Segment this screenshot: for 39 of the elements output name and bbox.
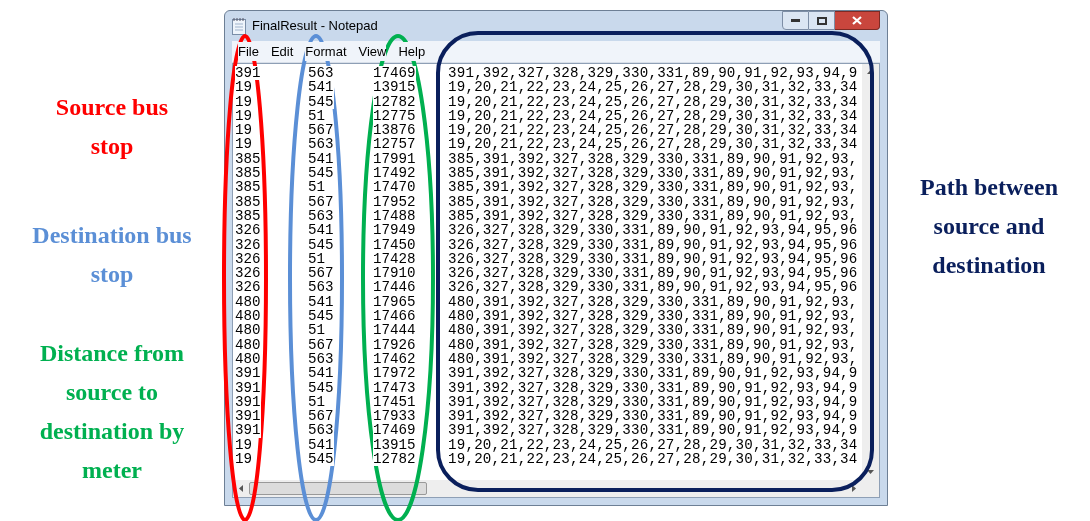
maximize-button[interactable] (809, 11, 835, 30)
text-line-field: 391,392,327,328,329,330,331,89,90,91,92,93,94,9 (448, 66, 858, 81)
text-line-field: 391,392,327,328,329,330,331,89,90,91,92,93,94,9 (448, 409, 858, 424)
text-line-field: 326,327,328,329,330,331,89,90,91,92,93,94,95,96 (448, 223, 858, 238)
text-line-field: 19,20,21,22,23,24,25,26,27,28,29,30,31,32,33,34 (448, 123, 858, 138)
text-line-field: 19,20,21,22,23,24,25,26,27,28,29,30,31,32,33,34 (448, 137, 858, 152)
annotation-label: Path between source and destination (919, 173, 1059, 280)
text-line-field: 563 (308, 423, 334, 438)
window-title: FinalResult - Notepad (252, 17, 378, 36)
minimize-icon (791, 19, 800, 22)
text-line-field: 391,392,327,328,329,330,331,89,90,91,92,93,94,9 (448, 366, 858, 381)
text-line-field: 17469 (373, 66, 416, 81)
text-line-field: 326,327,328,329,330,331,89,90,91,92,93,94,95,96 (448, 280, 858, 295)
text-line-field: 19,20,21,22,23,24,25,26,27,28,29,30,31,32,33,34 (448, 80, 858, 95)
close-button[interactable] (835, 11, 880, 30)
text-line-field: 545 (308, 452, 334, 467)
text-line-field: 567 (308, 194, 334, 209)
text-line-field: 391 (235, 66, 261, 81)
text-line-field: 567 (308, 337, 334, 352)
text-line-field: 391,392,327,328,329,330,331,89,90,91,92,93,94,9 (448, 423, 858, 438)
annotation-label: Source bus stop (54, 93, 170, 161)
menu-item[interactable]: File (238, 41, 259, 62)
text-line-field: 13915 (373, 80, 416, 95)
text-line-field: 391 (235, 409, 261, 424)
text-line-field: 563 (308, 66, 334, 81)
text-line-field: 17469 (373, 423, 416, 438)
menu-item[interactable]: Help (398, 41, 426, 62)
annotation-label: Distance from source to destination by meter (38, 339, 186, 485)
text-line-field: 391 (235, 423, 261, 438)
notepad-icon (232, 17, 246, 35)
text-line-field: 541 (308, 80, 334, 95)
annotation-label: Destination bus stop (32, 221, 192, 289)
maximize-icon (816, 16, 827, 25)
menu-item[interactable]: Format (305, 41, 347, 62)
close-icon (852, 16, 862, 25)
text-line-field: 19,20,21,22,23,24,25,26,27,28,29,30,31,32,33,34 (448, 452, 858, 467)
text-line-field: 12782 (373, 452, 416, 467)
text-line-field: 326,327,328,329,330,331,89,90,91,92,93,94,95,96 (448, 266, 858, 281)
minimize-button[interactable] (782, 11, 809, 30)
